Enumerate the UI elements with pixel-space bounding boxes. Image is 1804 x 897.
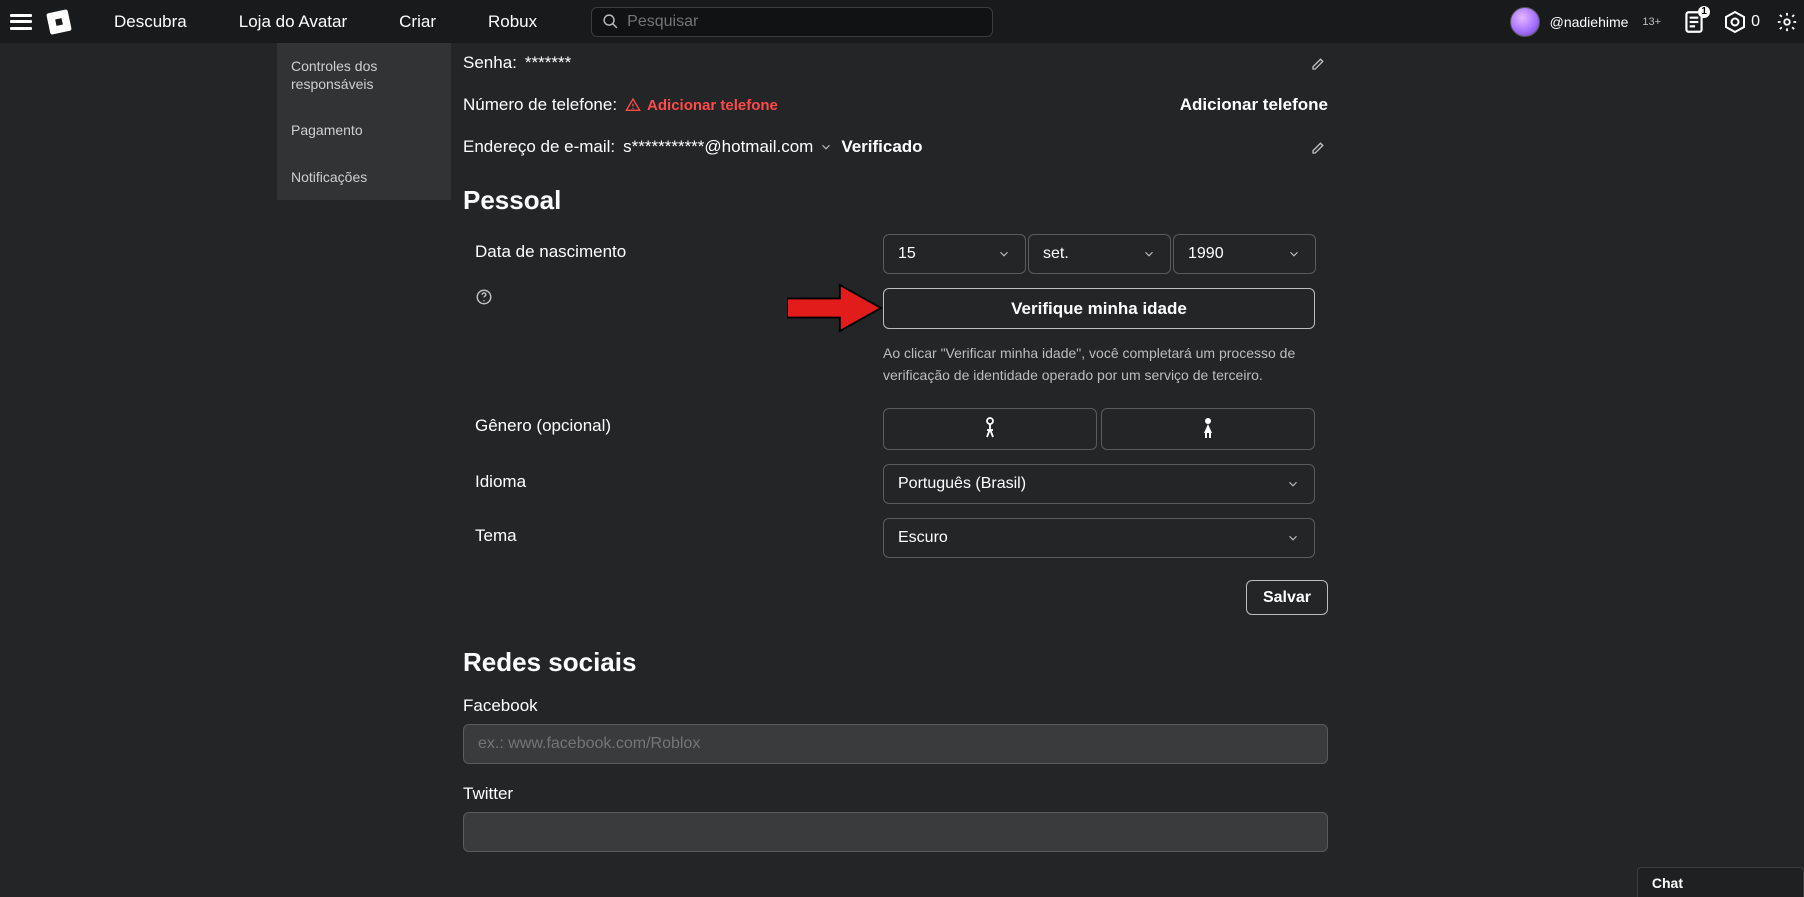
age-tag: 13+ [1642, 16, 1661, 28]
language-label: Idioma [463, 464, 883, 504]
add-phone-link[interactable]: Adicionar telefone [1180, 95, 1328, 115]
notifications-button[interactable]: 1 [1681, 9, 1707, 35]
gender-female-button[interactable] [1101, 408, 1315, 450]
email-label: Endereço de e-mail: [463, 137, 615, 157]
phone-label: Número de telefone: [463, 95, 617, 115]
top-nav: Descubra Loja do Avatar Criar Robux @nad… [0, 0, 1804, 43]
dob-day-select[interactable]: 15 [883, 234, 1026, 274]
username-label[interactable]: @nadiehime [1550, 14, 1629, 30]
settings-content: Senha: ******* Número de telefone: Adici… [463, 43, 1328, 892]
notif-badge: 1 [1698, 6, 1710, 18]
password-label: Senha: [463, 53, 517, 73]
dob-year-value: 1990 [1188, 245, 1224, 263]
facebook-input[interactable] [463, 724, 1328, 764]
section-personal-heading: Pessoal [463, 185, 1328, 216]
avatar[interactable] [1510, 7, 1540, 37]
robux-button[interactable]: 0 [1723, 10, 1760, 34]
save-row: Salvar [463, 580, 1328, 615]
search-icon [602, 13, 619, 30]
theme-row: Tema Escuro [463, 518, 1328, 558]
edit-icon [1310, 54, 1328, 72]
nav-links: Descubra Loja do Avatar Criar Robux [88, 0, 563, 43]
warning-icon [625, 97, 641, 113]
nav-link-avatar-shop[interactable]: Loja do Avatar [213, 0, 373, 43]
chevron-down-icon [1286, 531, 1300, 545]
phone-row: Número de telefone: Adicionar telefone A… [463, 91, 1328, 119]
dob-group: 15 set. 1990 [883, 234, 1328, 274]
password-row: Senha: ******* [463, 49, 1328, 77]
gender-label: Gênero (opcional) [463, 408, 883, 450]
language-row: Idioma Português (Brasil) [463, 464, 1328, 504]
verify-age-button[interactable]: Verifique minha idade [883, 288, 1315, 329]
theme-label: Tema [463, 518, 883, 558]
language-select[interactable]: Português (Brasil) [883, 464, 1315, 504]
gender-row: Gênero (opcional) [463, 408, 1328, 450]
sidebar-item-parental[interactable]: Controles dos responsáveis [277, 43, 451, 107]
female-icon [1200, 417, 1216, 441]
language-value: Português (Brasil) [898, 475, 1026, 493]
save-button[interactable]: Salvar [1246, 580, 1328, 615]
hamburger-icon [10, 14, 32, 30]
settings-sidebar: Controles dos responsáveis Pagamento Not… [277, 43, 451, 200]
edit-password-button[interactable] [1310, 54, 1328, 72]
theme-select[interactable]: Escuro [883, 518, 1315, 558]
dob-label: Data de nascimento [463, 234, 883, 274]
search-box[interactable] [591, 7, 993, 37]
section-social-heading: Redes sociais [463, 647, 1328, 678]
chevron-down-icon [819, 140, 833, 154]
email-verified-label: Verificado [841, 137, 922, 157]
robux-icon [1723, 10, 1747, 34]
chevron-down-icon [1287, 247, 1301, 261]
email-row: Endereço de e-mail: s***********@hotmail… [463, 133, 1328, 161]
email-value: s***********@hotmail.com [623, 137, 813, 157]
sidebar-item-payment[interactable]: Pagamento [277, 107, 451, 153]
chat-tab[interactable]: Chat [1637, 867, 1804, 897]
dob-month-select[interactable]: set. [1028, 234, 1171, 274]
verify-age-description: Ao clicar "Verificar minha idade", você … [883, 343, 1315, 386]
verify-row: Verifique minha idade Ao clicar "Verific… [463, 288, 1328, 386]
chevron-down-icon [997, 247, 1011, 261]
nav-link-create[interactable]: Criar [373, 0, 462, 43]
dob-month-value: set. [1043, 245, 1069, 263]
nav-link-discover[interactable]: Descubra [88, 0, 213, 43]
password-value: ******* [525, 53, 571, 73]
dob-day-value: 15 [898, 245, 916, 263]
male-icon [982, 417, 998, 441]
dob-year-select[interactable]: 1990 [1173, 234, 1316, 274]
edit-email-button[interactable] [1310, 138, 1328, 156]
nav-right: @nadiehime 13+ 1 0 [1510, 0, 1804, 43]
gear-icon [1776, 11, 1798, 33]
gender-male-button[interactable] [883, 408, 1097, 450]
robux-count: 0 [1751, 13, 1760, 31]
chevron-down-icon [1142, 247, 1156, 261]
chat-label: Chat [1652, 875, 1683, 891]
theme-value: Escuro [898, 529, 948, 547]
phone-warning: Adicionar telefone [625, 97, 778, 114]
nav-link-robux[interactable]: Robux [462, 0, 563, 43]
dob-row: Data de nascimento 15 set. 1990 [463, 234, 1328, 274]
facebook-label: Facebook [463, 696, 1328, 716]
sidebar-item-notifications[interactable]: Notificações [277, 154, 451, 200]
roblox-logo-icon[interactable] [46, 9, 72, 35]
twitter-label: Twitter [463, 784, 1328, 804]
edit-icon [1310, 138, 1328, 156]
phone-warn-text: Adicionar telefone [647, 97, 778, 114]
settings-button[interactable] [1776, 11, 1798, 33]
twitter-input[interactable] [463, 812, 1328, 852]
menu-button[interactable] [0, 0, 42, 43]
search-input[interactable] [627, 13, 982, 31]
chevron-down-icon [1286, 477, 1300, 491]
help-icon[interactable] [475, 288, 493, 306]
